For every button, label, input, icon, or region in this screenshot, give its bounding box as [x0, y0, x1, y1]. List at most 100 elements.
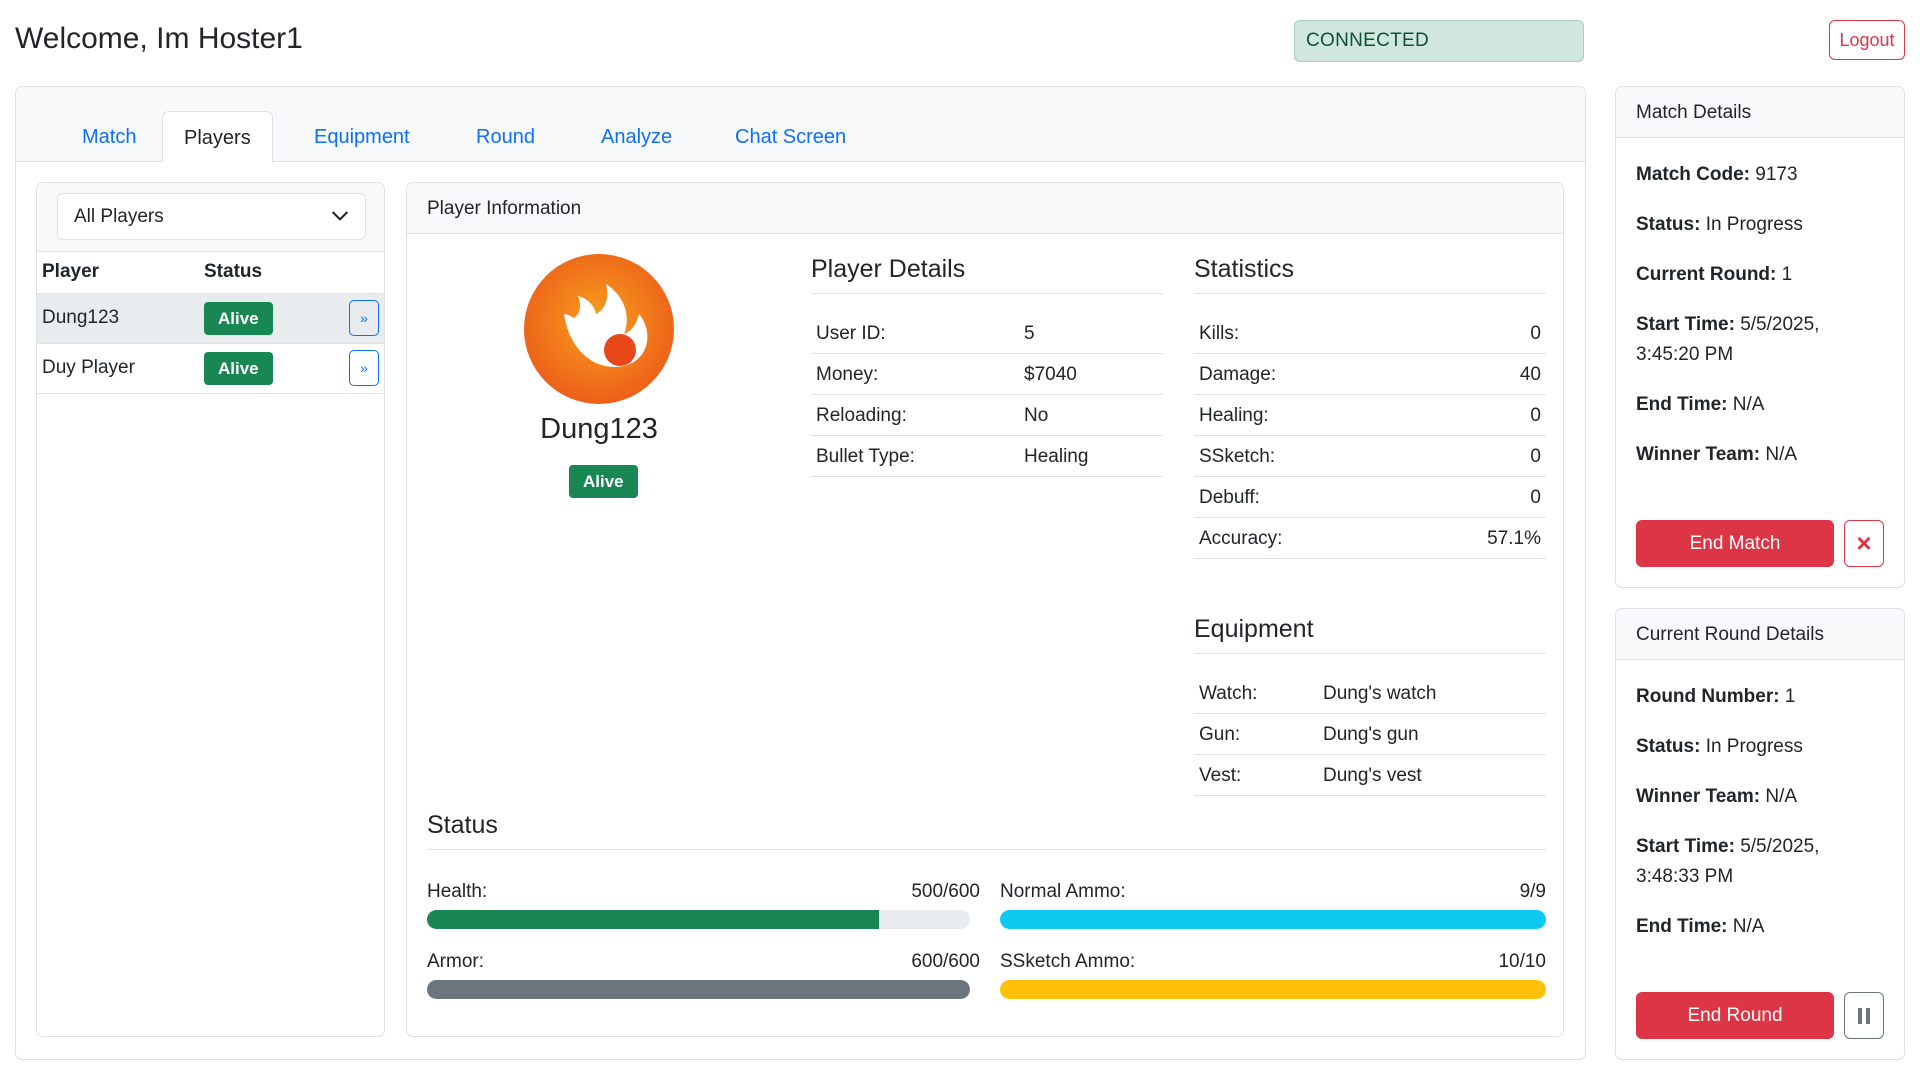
- stat-value: 0: [1530, 405, 1541, 426]
- chevron-down-icon: [332, 211, 348, 221]
- stat-row: Kills: 0: [1194, 313, 1546, 354]
- match-details-card: Match Details Match Code: 9173 Status: I…: [1615, 86, 1905, 588]
- logout-button[interactable]: Logout: [1829, 20, 1905, 60]
- match-status-label: Status:: [1636, 214, 1701, 235]
- detail-value: $7040: [1024, 364, 1077, 385]
- equipment-list: Watch: Dung's watch Gun: Dung's gun Vest: D…: [1194, 673, 1546, 796]
- cancel-match-button[interactable]: ×: [1844, 520, 1884, 567]
- player-filter-select[interactable]: All Players: [57, 193, 366, 240]
- detail-value: Healing: [1024, 446, 1089, 467]
- equipment-label: Watch:: [1199, 683, 1258, 704]
- round-start-time-label: Start Time:: [1636, 836, 1735, 857]
- match-status-value: In Progress: [1705, 214, 1803, 235]
- divider: [427, 849, 1546, 850]
- detail-value: No: [1024, 405, 1049, 426]
- stat-row: Accuracy: 57.1%: [1194, 518, 1546, 559]
- tab-equipment[interactable]: Equipment: [293, 111, 431, 163]
- detail-row: Money: $7040: [811, 354, 1163, 395]
- current-round-label: Current Round:: [1636, 264, 1777, 285]
- equipment-label: Vest:: [1199, 765, 1242, 786]
- round-start-time-line-2: 3:48:33 PM: [1636, 862, 1891, 892]
- match-end-time-line: End Time: N/A: [1636, 390, 1891, 420]
- round-start-time-value: 5/5/2025,: [1740, 836, 1820, 857]
- match-winner-team-label: Winner Team:: [1636, 444, 1761, 465]
- status-badge: Alive: [204, 351, 273, 385]
- match-start-time-line: Start Time: 5/5/2025,: [1636, 310, 1891, 340]
- pause-round-button[interactable]: [1844, 992, 1884, 1039]
- stat-row: Healing: 0: [1194, 395, 1546, 436]
- stat-label: SSketch:: [1199, 446, 1276, 467]
- column-header-actions: [344, 252, 384, 294]
- player-information-panel: Player Information Dung123 Alive Player …: [406, 182, 1564, 1037]
- match-code-label: Match Code:: [1636, 164, 1750, 185]
- stat-label: Kills:: [1199, 323, 1240, 344]
- divider: [811, 293, 1163, 294]
- health-label: Health:: [427, 881, 488, 902]
- round-winner-team-value: N/A: [1765, 786, 1798, 807]
- stat-row: SSketch: 0: [1194, 436, 1546, 477]
- current-round-value: 1: [1781, 264, 1793, 285]
- round-end-time-line: End Time: N/A: [1636, 912, 1891, 942]
- divider: [1194, 293, 1546, 294]
- view-player-button[interactable]: »: [349, 350, 379, 386]
- detail-row: Bullet Type: Healing: [811, 436, 1163, 477]
- equipment-value: Dung's vest: [1323, 765, 1422, 786]
- current-round-line: Current Round: 1: [1636, 260, 1891, 290]
- equipment-row: Vest: Dung's vest: [1194, 755, 1546, 796]
- round-number-value: 1: [1784, 686, 1796, 707]
- match-status-line: Status: In Progress: [1636, 210, 1891, 240]
- ssketch-ammo-label: SSketch Ammo:: [1000, 951, 1136, 972]
- stat-row: Debuff: 0: [1194, 477, 1546, 518]
- player-name: Dung123: [540, 413, 658, 445]
- round-start-time-line: Start Time: 5/5/2025,: [1636, 832, 1891, 862]
- armor-progress-fill: [427, 980, 970, 999]
- match-winner-team-line: Winner Team: N/A: [1636, 440, 1891, 470]
- player-information-title: Player Information: [407, 183, 1563, 234]
- round-number-label: Round Number:: [1636, 686, 1780, 707]
- view-player-button[interactable]: »: [349, 300, 379, 336]
- detail-label: User ID:: [816, 323, 886, 344]
- tab-round[interactable]: Round: [455, 111, 556, 163]
- normal-ammo-label: Normal Ammo:: [1000, 881, 1126, 902]
- round-start-time-value-2: 3:48:33 PM: [1636, 866, 1734, 887]
- detail-row: User ID: 5: [811, 313, 1163, 354]
- end-match-button[interactable]: End Match: [1636, 520, 1834, 567]
- health-progress-bar: [427, 910, 970, 929]
- table-row[interactable]: Duy Player Alive »: [37, 343, 384, 394]
- stat-value: 57.1%: [1487, 528, 1541, 549]
- player-action-cell: »: [344, 343, 384, 394]
- ssketch-ammo-progress-bar: [1000, 980, 1546, 999]
- match-start-time-value-2: 3:45:20 PM: [1636, 344, 1734, 365]
- current-round-details-title: Current Round Details: [1616, 609, 1904, 660]
- match-code-line: Match Code: 9173: [1636, 160, 1891, 190]
- column-header-player: Player: [37, 252, 199, 294]
- table-row[interactable]: Dung123 Alive »: [37, 293, 384, 344]
- equipment-label: Gun:: [1199, 724, 1241, 745]
- tab-players[interactable]: Players: [162, 111, 273, 163]
- normal-ammo-progress-fill: [1000, 910, 1546, 929]
- end-round-button[interactable]: End Round: [1636, 992, 1834, 1039]
- detail-label: Bullet Type:: [816, 446, 915, 467]
- tab-bar: Match Players Equipment Round Analyze Ch…: [16, 87, 1585, 163]
- round-end-time-value: N/A: [1732, 916, 1765, 937]
- stat-value: 40: [1519, 364, 1541, 385]
- tab-match[interactable]: Match: [61, 111, 157, 163]
- player-details-heading: Player Details: [811, 255, 966, 283]
- round-status-line: Status: In Progress: [1636, 732, 1891, 762]
- statistics-list: Kills: 0 Damage: 40 Healing: 0 SSketch: 0 De…: [1194, 313, 1546, 559]
- match-start-time-value: 5/5/2025,: [1740, 314, 1820, 335]
- normal-ammo-value: 9/9: [1519, 881, 1546, 902]
- armor-label: Armor:: [427, 951, 484, 972]
- stat-row: Damage: 40: [1194, 354, 1546, 395]
- pause-icon: [1858, 1007, 1870, 1024]
- tab-chat-screen[interactable]: Chat Screen: [714, 111, 867, 163]
- round-number-line: Round Number: 1: [1636, 682, 1891, 712]
- detail-label: Reloading:: [816, 405, 907, 426]
- player-filter-value: All Players: [74, 206, 164, 227]
- match-end-time-value: N/A: [1732, 394, 1765, 415]
- equipment-heading: Equipment: [1194, 615, 1314, 643]
- detail-value: 5: [1024, 323, 1035, 344]
- match-code-value: 9173: [1755, 164, 1798, 185]
- match-details-title: Match Details: [1616, 87, 1904, 138]
- tab-analyze[interactable]: Analyze: [580, 111, 693, 163]
